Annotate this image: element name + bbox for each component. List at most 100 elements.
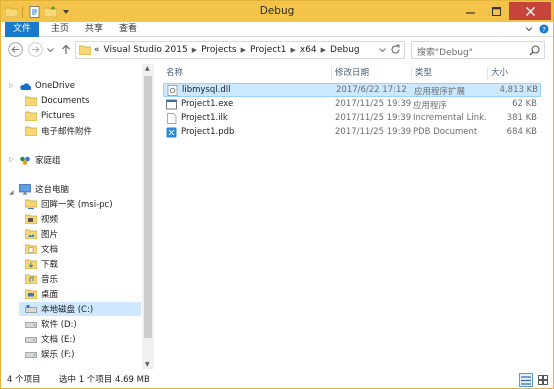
minimize-button[interactable] [457, 2, 483, 20]
nav-music[interactable]: 音乐 [25, 272, 58, 286]
expand-ribbon-icon[interactable] [525, 25, 533, 36]
column-header-date[interactable]: 修改日期 [335, 66, 369, 80]
close-button[interactable] [509, 2, 551, 20]
help-icon[interactable]: ? [539, 24, 549, 37]
nav-onedrive-label: OneDrive [35, 81, 75, 91]
nav-network-share[interactable]: 回眸一笑 (msi-pc) [25, 197, 113, 211]
desktop-folder-icon [25, 288, 37, 300]
svg-text:?: ? [542, 26, 546, 34]
file-row[interactable]: Project1.pdb 2017/11/25 19:39 PDB Docume… [163, 126, 541, 140]
nav-email-attachments-label: 电子邮件附件 [41, 127, 93, 137]
breadcrumb-projects[interactable]: Projects [201, 45, 236, 55]
search-input[interactable]: 搜索"Debug" [417, 45, 473, 58]
column-header-size[interactable]: 大小 [491, 66, 508, 80]
file-size: 381 KB [506, 113, 537, 123]
nav-drive-d[interactable]: 软件 (D:) [25, 317, 77, 331]
expand-arrow-icon[interactable]: ▷ [9, 156, 14, 163]
folder-icon [25, 125, 37, 137]
file-name: Project1.ilk [181, 113, 228, 123]
tab-home[interactable]: 主页 [51, 22, 69, 37]
ilk-file-icon [167, 113, 177, 124]
file-date: 2017/11/25 19:39 [335, 127, 412, 137]
nav-network-share-label: 回眸一笑 (msi-pc) [41, 200, 113, 210]
tab-share[interactable]: 共享 [85, 22, 103, 37]
network-folder-icon [25, 198, 37, 210]
column-divider[interactable] [487, 66, 488, 80]
recent-locations-icon[interactable] [45, 41, 55, 58]
pdb-file-icon [166, 127, 177, 138]
drive-icon [25, 348, 37, 360]
breadcrumb: « Visual Studio 2015 ▶ Projects ▶ Projec… [94, 42, 360, 58]
address-dropdown-icon[interactable] [379, 46, 386, 56]
back-button[interactable] [7, 41, 24, 58]
tab-file[interactable]: 文件 [5, 22, 39, 37]
folder-icon [78, 45, 92, 58]
expand-arrow-icon[interactable]: ▷ [9, 82, 14, 89]
file-type: 应用程序 [413, 101, 448, 111]
file-row[interactable]: Project1.ilk 2017/11/25 19:39 Incrementa… [163, 112, 541, 126]
computer-icon [19, 183, 31, 195]
file-size: 4,813 KB [499, 85, 538, 95]
scrollbar-thumb[interactable] [144, 76, 152, 338]
nav-drive-f[interactable]: 娱乐 (F:) [25, 347, 74, 361]
refresh-icon[interactable] [390, 44, 401, 58]
nav-pictures[interactable]: Pictures [25, 109, 75, 123]
nav-drive-d-label: 软件 (D:) [41, 320, 77, 330]
status-bar: 4 个项目 选中 1 个项目 4.69 MB [1, 369, 553, 388]
file-row[interactable]: Project1.exe 2017/11/25 19:39 应用程序 62 KB [163, 98, 541, 112]
nav-pane-scrollbar[interactable]: ▲ ▼ [142, 64, 154, 369]
navigation-bar: « Visual Studio 2015 ▶ Projects ▶ Projec… [1, 38, 553, 62]
music-folder-icon [25, 273, 37, 285]
nav-this-pc[interactable]: 这台电脑 [19, 182, 69, 196]
maximize-button[interactable] [483, 2, 509, 20]
breadcrumb-project1[interactable]: Project1 [250, 45, 287, 55]
onedrive-icon [19, 80, 31, 92]
breadcrumb-separator-icon[interactable]: ▶ [241, 46, 246, 54]
column-divider[interactable] [411, 66, 412, 80]
nav-pictures-label: Pictures [41, 111, 75, 121]
breadcrumb-separator-icon[interactable]: ▶ [290, 46, 295, 54]
nav-docs[interactable]: 文档 [25, 242, 58, 256]
nav-music-label: 音乐 [41, 275, 59, 285]
breadcrumb-x64[interactable]: x64 [300, 45, 317, 55]
nav-drive-c[interactable]: 本地磁盘 (C:) [19, 302, 141, 316]
column-header-type[interactable]: 类型 [415, 66, 432, 80]
collapse-arrow-icon[interactable]: ◢ [9, 189, 14, 196]
column-divider[interactable] [331, 66, 332, 80]
documents-folder-icon [25, 243, 37, 255]
address-bar[interactable]: « Visual Studio 2015 ▶ Projects ▶ Projec… [75, 41, 405, 59]
item-count: 4 个项目 [7, 375, 41, 385]
scroll-down-icon[interactable]: ▼ [145, 361, 150, 368]
breadcrumb-separator-icon[interactable]: ▶ [192, 46, 197, 54]
nav-drive-e[interactable]: 文档 (E:) [25, 332, 76, 346]
nav-images[interactable]: 图片 [25, 227, 58, 241]
file-row[interactable]: libmysql.dll 2017/6/22 17:12 应用程序扩展 4,81… [163, 83, 541, 97]
search-box[interactable]: 搜索"Debug" [411, 41, 545, 59]
nav-this-pc-label: 这台电脑 [35, 185, 70, 195]
nav-videos[interactable]: 视频 [25, 212, 58, 226]
nav-documents[interactable]: Documents [25, 94, 89, 108]
forward-button[interactable] [27, 41, 44, 58]
nav-email-attachments[interactable]: 电子邮件附件 [25, 124, 92, 138]
nav-onedrive[interactable]: OneDrive [19, 79, 75, 93]
nav-desktop-label: 桌面 [41, 290, 59, 300]
details-view-button[interactable] [519, 373, 533, 387]
breadcrumb-overflow[interactable]: « [94, 45, 100, 55]
nav-desktop[interactable]: 桌面 [25, 287, 58, 301]
column-header-name[interactable]: 名称 [166, 66, 183, 80]
search-icon[interactable] [529, 45, 540, 59]
explorer-window: Debug 文件 主页 共享 查看 ? « Visual Studio 2015… [0, 0, 554, 389]
file-list: 名称 修改日期 类型 大小 libmysql.dll 2017/6/22 17:… [159, 64, 551, 369]
nav-homegroup[interactable]: 家庭组 [19, 153, 61, 167]
large-icons-view-button[interactable] [536, 373, 550, 387]
tab-view[interactable]: 查看 [119, 22, 137, 37]
breadcrumb-debug[interactable]: Debug [330, 45, 360, 55]
up-button[interactable] [59, 41, 73, 58]
breadcrumb-separator-icon[interactable]: ▶ [321, 46, 326, 54]
folder-icon [25, 95, 37, 107]
nav-downloads[interactable]: 下载 [25, 257, 58, 271]
nav-drive-f-label: 娱乐 (F:) [41, 350, 75, 360]
breadcrumb-visual-studio-2015[interactable]: Visual Studio 2015 [104, 45, 188, 55]
scroll-up-icon[interactable]: ▲ [145, 65, 150, 72]
nav-homegroup-label: 家庭组 [35, 156, 61, 166]
